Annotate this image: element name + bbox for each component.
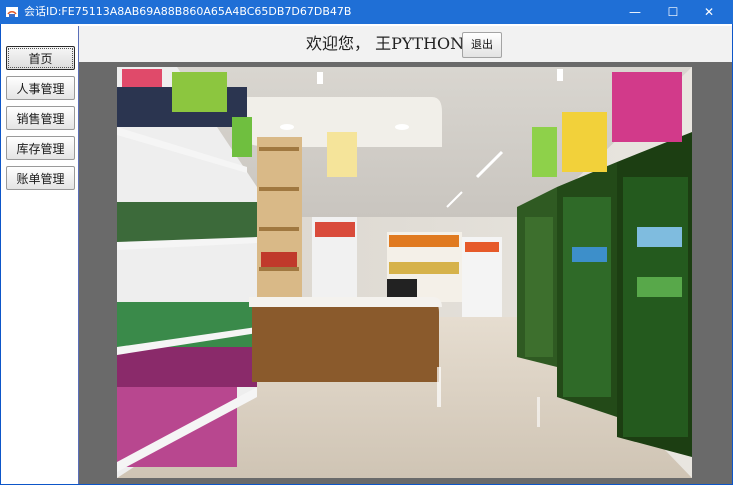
minimize-button[interactable]: — — [618, 0, 652, 24]
sidebar-item-billing[interactable]: 账单管理 — [6, 166, 75, 190]
sidebar-item-inventory[interactable]: 库存管理 — [6, 136, 75, 160]
main-content: 欢迎您， 王PYTHON 退出 — [78, 26, 732, 484]
sidebar-item-personnel[interactable]: 人事管理 — [6, 76, 75, 100]
logout-button[interactable]: 退出 — [462, 32, 502, 58]
title-bar: 会话ID:FE75113A8AB69A88B860A65A4BC65DB7D67… — [0, 0, 733, 24]
window-title: 会话ID:FE75113A8AB69A88B860A65A4BC65DB7D67… — [24, 5, 352, 18]
java-app-icon — [6, 7, 18, 17]
sidebar-item-home[interactable]: 首页 — [6, 46, 75, 70]
sidebar-item-sales[interactable]: 销售管理 — [6, 106, 75, 130]
welcome-message: 欢迎您， 王PYTHON — [306, 34, 465, 53]
sidebar: 首页 人事管理 销售管理 库存管理 账单管理 — [2, 40, 78, 484]
close-button[interactable]: ✕ — [692, 0, 726, 24]
store-interior-image — [117, 67, 692, 478]
maximize-button[interactable]: ☐ — [656, 0, 690, 24]
image-panel — [79, 62, 732, 484]
header: 欢迎您， 王PYTHON 退出 — [79, 26, 732, 62]
